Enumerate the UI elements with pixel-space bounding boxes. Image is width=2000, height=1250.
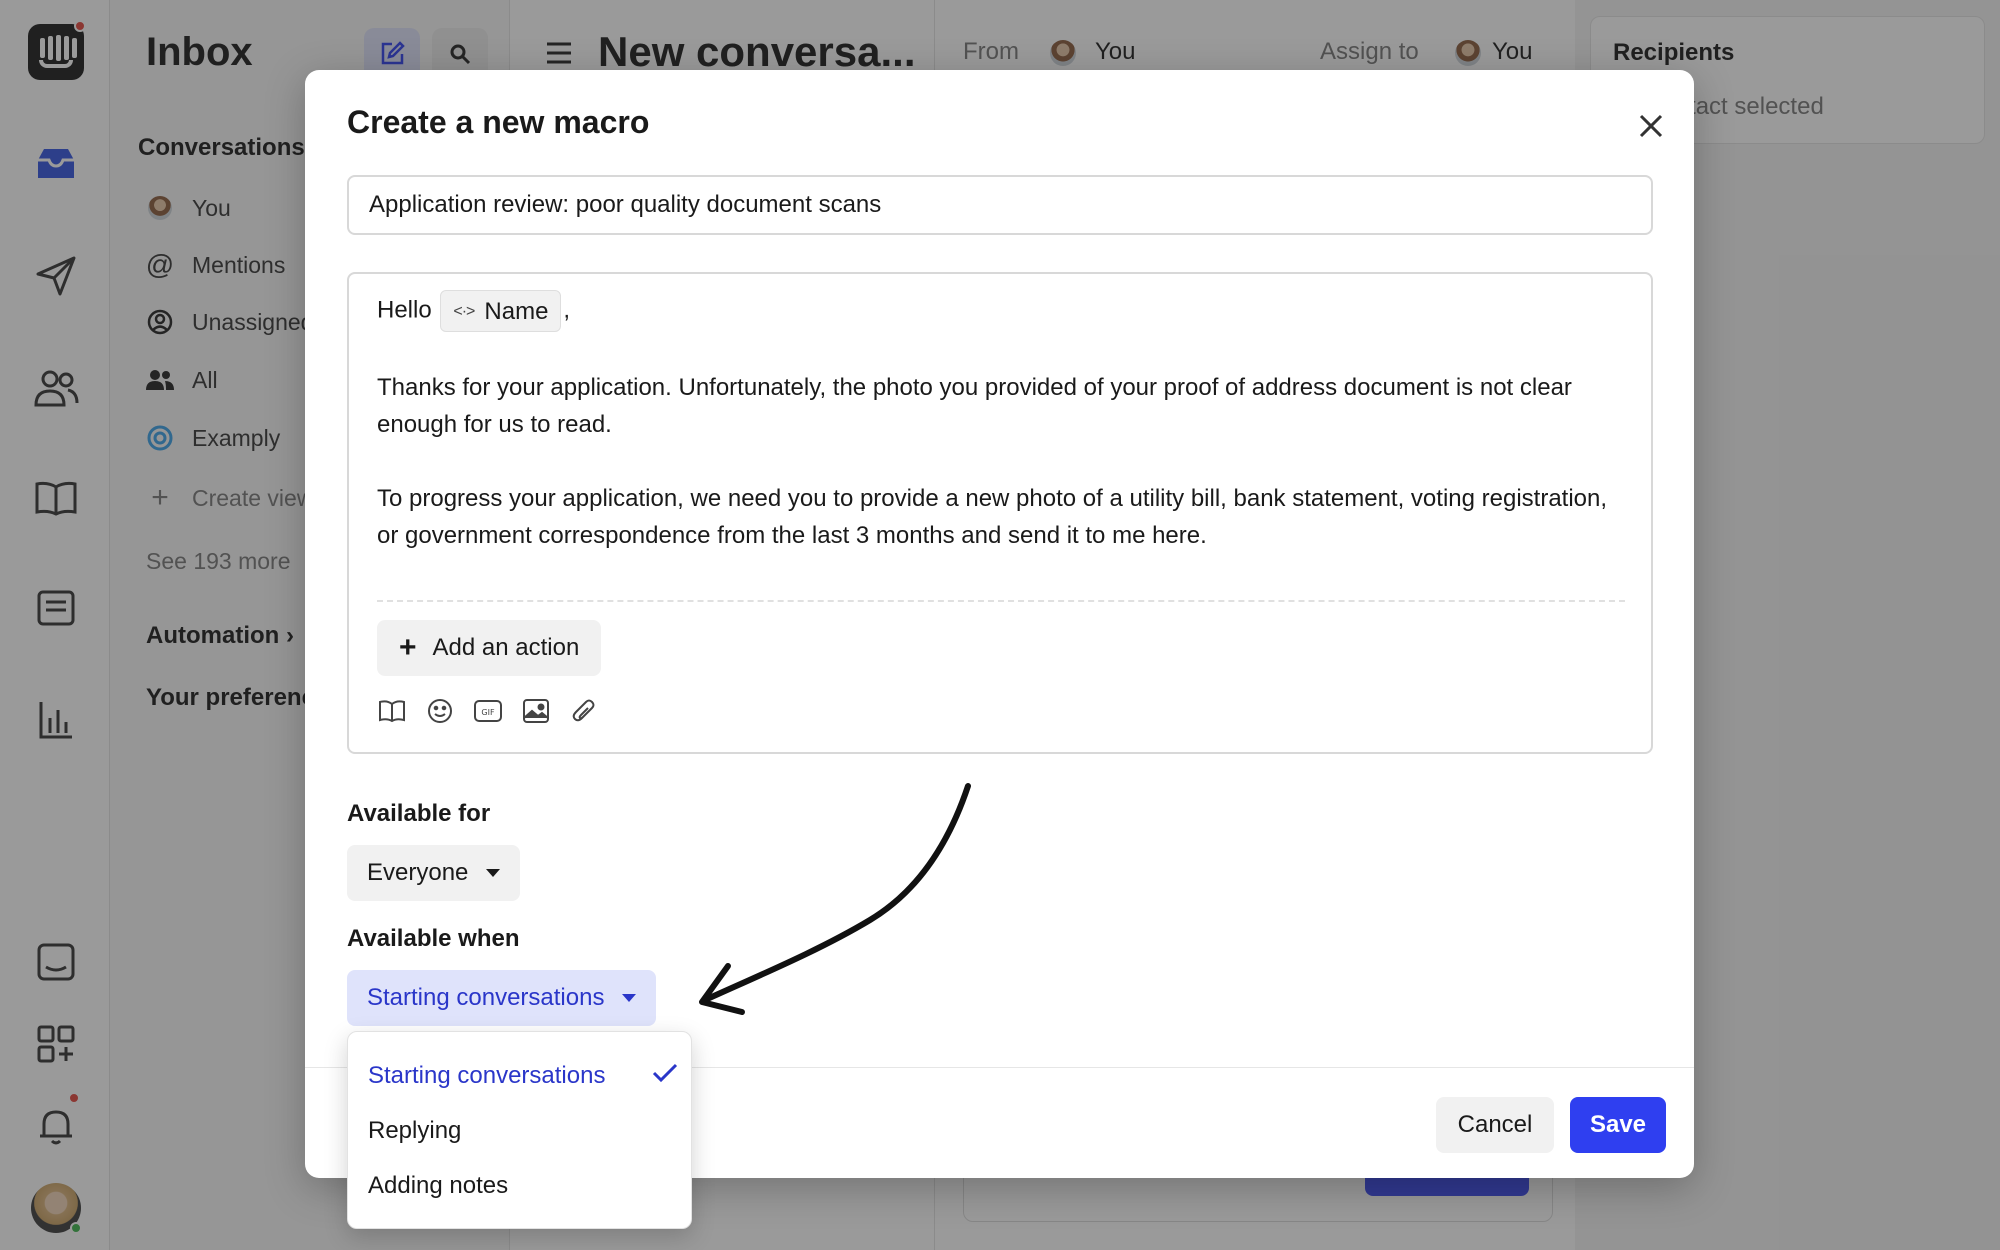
attribute-label: Name <box>484 297 549 325</box>
available-for-select[interactable]: Everyone <box>347 845 521 901</box>
option-label: Replying <box>368 1117 462 1144</box>
available-for-value: Everyone <box>367 859 469 886</box>
available-when-dropdown: Starting conversations Replying Adding n… <box>347 1031 692 1229</box>
option-replying[interactable]: Replying <box>368 1109 678 1153</box>
add-action-button[interactable]: + Add an action <box>377 620 602 676</box>
annotation-arrow-icon <box>699 783 971 1015</box>
macro-name-input[interactable] <box>347 175 1653 235</box>
code-arrows-icon: <·> <box>453 302 475 320</box>
checkmark-icon <box>652 1062 678 1090</box>
option-adding-notes[interactable]: Adding notes <box>368 1164 678 1208</box>
option-starting-conversations[interactable]: Starting conversations <box>368 1054 678 1098</box>
svg-text:GIF: GIF <box>481 708 495 717</box>
caret-down-icon <box>486 869 501 877</box>
modal-title: Create a new macro <box>347 104 650 140</box>
greeting-text: Hello <box>377 296 432 324</box>
macro-body-text[interactable]: Hello <·> Name, Thanks for your applicati… <box>377 290 1627 554</box>
caret-down-icon <box>622 994 637 1002</box>
option-label: Starting conversations <box>368 1062 606 1089</box>
article-icon[interactable] <box>377 696 407 726</box>
attachment-icon[interactable] <box>569 696 599 726</box>
attribute-chip[interactable]: <·> Name <box>440 290 562 332</box>
available-when-value: Starting conversations <box>367 984 605 1011</box>
cancel-button[interactable]: Cancel <box>1436 1097 1554 1153</box>
editor-toolbar: GIF <box>377 696 599 726</box>
image-icon[interactable] <box>521 696 551 726</box>
available-for-label: Available for <box>347 800 491 827</box>
available-when-select[interactable]: Starting conversations <box>347 970 657 1026</box>
body-paragraph: To progress your application, we need yo… <box>377 485 1608 549</box>
greeting-end: , <box>563 296 571 324</box>
close-icon[interactable] <box>1627 102 1675 150</box>
save-button[interactable]: Save <box>1570 1097 1666 1153</box>
plus-icon: + <box>399 631 417 664</box>
emoji-icon[interactable] <box>425 696 455 726</box>
gif-icon[interactable]: GIF <box>473 696 503 726</box>
editor-divider <box>377 600 1625 602</box>
option-label: Adding notes <box>368 1172 509 1199</box>
add-action-label: Add an action <box>432 634 580 661</box>
macro-body-editor[interactable]: Hello <·> Name, Thanks for your applicati… <box>347 272 1653 754</box>
body-paragraph: Thanks for your application. Unfortunate… <box>377 374 1572 438</box>
available-when-label: Available when <box>347 925 520 952</box>
